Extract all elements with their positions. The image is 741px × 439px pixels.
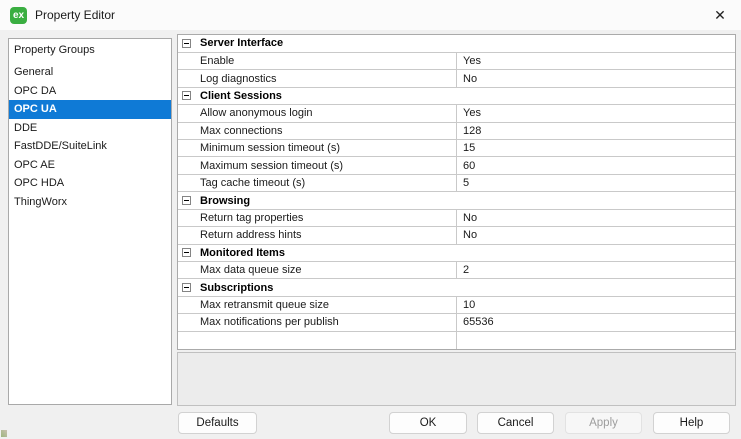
- property-value: [456, 331, 735, 350]
- collapse-minus-icon[interactable]: [182, 283, 191, 293]
- category-row[interactable]: Monitored Items: [178, 245, 735, 262]
- property-label: Enable: [200, 55, 235, 68]
- property-label: Max retransmit queue size: [200, 299, 329, 312]
- empty-row: [178, 331, 735, 350]
- property-value[interactable]: No: [456, 227, 735, 244]
- sidebar-item-dde[interactable]: DDE: [9, 119, 171, 138]
- sidebar-item-thingworx[interactable]: ThingWorx: [9, 193, 171, 212]
- property-value[interactable]: 60: [456, 157, 735, 174]
- property-label: Log diagnostics: [200, 72, 277, 85]
- collapse-minus-icon[interactable]: [182, 196, 191, 205]
- title-bar: ex Property Editor ✕: [0, 0, 741, 30]
- property-label: Maximum session timeout (s): [200, 159, 344, 172]
- help-button[interactable]: Help: [653, 412, 730, 434]
- property-value[interactable]: No: [456, 70, 735, 87]
- property-grid: Server Interface Enable Yes Log diagnost…: [177, 34, 736, 350]
- app-icon: ex: [10, 7, 27, 24]
- ok-button[interactable]: OK: [389, 412, 467, 434]
- collapse-minus-icon[interactable]: [182, 248, 191, 258]
- property-row[interactable]: Return address hints No: [178, 227, 735, 245]
- property-row[interactable]: Log diagnostics No: [178, 70, 735, 88]
- property-label: Max notifications per publish: [200, 316, 339, 329]
- desktop-artifact: [1, 430, 7, 437]
- sidebar-list: General OPC DA OPC UA DDE FastDDE/SuiteL…: [9, 63, 171, 211]
- property-value[interactable]: Yes: [456, 52, 735, 70]
- property-label: [178, 332, 456, 349]
- property-label: Return address hints: [200, 229, 302, 242]
- category-row[interactable]: Browsing: [178, 192, 735, 210]
- property-row[interactable]: Minimum session timeout (s) 15: [178, 140, 735, 158]
- category-label: Monitored Items: [200, 246, 285, 259]
- property-value[interactable]: 10: [456, 296, 735, 314]
- property-row[interactable]: Max retransmit queue size 10: [178, 296, 735, 315]
- apply-button[interactable]: Apply: [565, 412, 642, 434]
- cancel-button[interactable]: Cancel: [477, 412, 554, 434]
- property-row[interactable]: Max notifications per publish 65536: [178, 314, 735, 332]
- description-panel: [177, 352, 736, 406]
- property-row[interactable]: Max data queue size 2: [178, 261, 735, 280]
- sidebar-item-opc-ua[interactable]: OPC UA: [9, 100, 171, 119]
- property-label: Tag cache timeout (s): [200, 177, 306, 190]
- category-label: Server Interface: [200, 37, 284, 50]
- property-row[interactable]: Allow anonymous login Yes: [178, 105, 735, 123]
- property-value[interactable]: 128: [456, 122, 735, 140]
- sidebar-item-fastdde-suitelink[interactable]: FastDDE/SuiteLink: [9, 137, 171, 156]
- property-row[interactable]: Tag cache timeout (s) 5: [178, 174, 735, 193]
- sidebar-item-opc-hda[interactable]: OPC HDA: [9, 174, 171, 193]
- property-groups-panel: Property Groups General OPC DA OPC UA DD…: [8, 38, 172, 405]
- category-row[interactable]: Client Sessions: [178, 88, 735, 106]
- category-row[interactable]: Server Interface: [178, 35, 735, 53]
- close-icon[interactable]: ✕: [709, 0, 731, 30]
- property-label: Allow anonymous login: [200, 107, 313, 120]
- property-row[interactable]: Enable Yes: [178, 52, 735, 71]
- property-value[interactable]: 2: [456, 261, 735, 279]
- window-title: Property Editor: [35, 8, 116, 22]
- sidebar-item-opc-ae[interactable]: OPC AE: [9, 156, 171, 175]
- property-label: Max data queue size: [200, 264, 302, 277]
- property-value[interactable]: 65536: [456, 314, 735, 331]
- sidebar-header: Property Groups: [14, 44, 95, 56]
- sidebar-item-opc-da[interactable]: OPC DA: [9, 82, 171, 101]
- property-editor-dialog: ex Property Editor ✕ Property Groups Gen…: [0, 0, 741, 439]
- collapse-minus-icon[interactable]: [182, 91, 191, 101]
- defaults-button[interactable]: Defaults: [178, 412, 257, 434]
- category-label: Browsing: [200, 194, 251, 207]
- property-value[interactable]: 15: [456, 140, 735, 157]
- property-value[interactable]: Yes: [456, 105, 735, 122]
- category-label: Client Sessions: [200, 89, 282, 102]
- property-row[interactable]: Return tag properties No: [178, 209, 735, 228]
- property-value[interactable]: No: [456, 209, 735, 227]
- category-label: Subscriptions: [200, 281, 274, 294]
- sidebar-item-general[interactable]: General: [9, 63, 171, 82]
- property-label: Return tag properties: [200, 211, 304, 224]
- property-row[interactable]: Max connections 128: [178, 122, 735, 141]
- property-value[interactable]: 5: [456, 174, 735, 192]
- property-row[interactable]: Maximum session timeout (s) 60: [178, 157, 735, 175]
- collapse-minus-icon[interactable]: [182, 38, 191, 48]
- category-row[interactable]: Subscriptions: [178, 279, 735, 297]
- property-label: Max connections: [200, 124, 283, 137]
- property-label: Minimum session timeout (s): [200, 142, 340, 155]
